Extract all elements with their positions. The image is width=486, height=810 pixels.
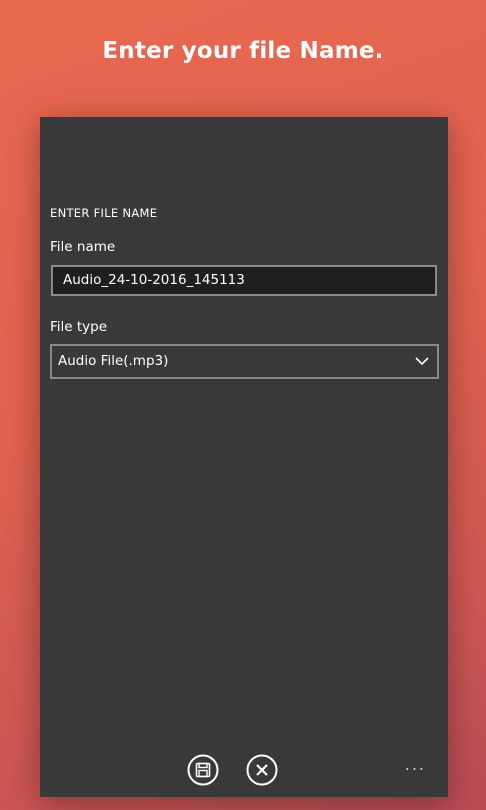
chevron-down-icon	[415, 357, 429, 366]
cancel-icon	[246, 754, 278, 786]
save-icon	[187, 754, 219, 786]
app-bar: ...	[40, 749, 448, 797]
save-button[interactable]	[187, 754, 219, 786]
cancel-button[interactable]	[246, 754, 278, 786]
file-name-input[interactable]: Audio_24-10-2016_145113	[51, 265, 437, 296]
section-title: ENTER FILE NAME	[50, 206, 158, 220]
file-name-label: File name	[50, 239, 116, 255]
file-type-dropdown[interactable]: Audio File(.mp3)	[50, 344, 439, 379]
file-type-label: File type	[50, 319, 108, 335]
page-headline: Enter your file Name.	[102, 38, 384, 64]
file-type-selected-value: Audio File(.mp3)	[58, 353, 169, 369]
file-name-dialog: ENTER FILE NAME File name Audio_24-10-20…	[40, 117, 448, 797]
more-options-button[interactable]: ...	[405, 755, 426, 774]
